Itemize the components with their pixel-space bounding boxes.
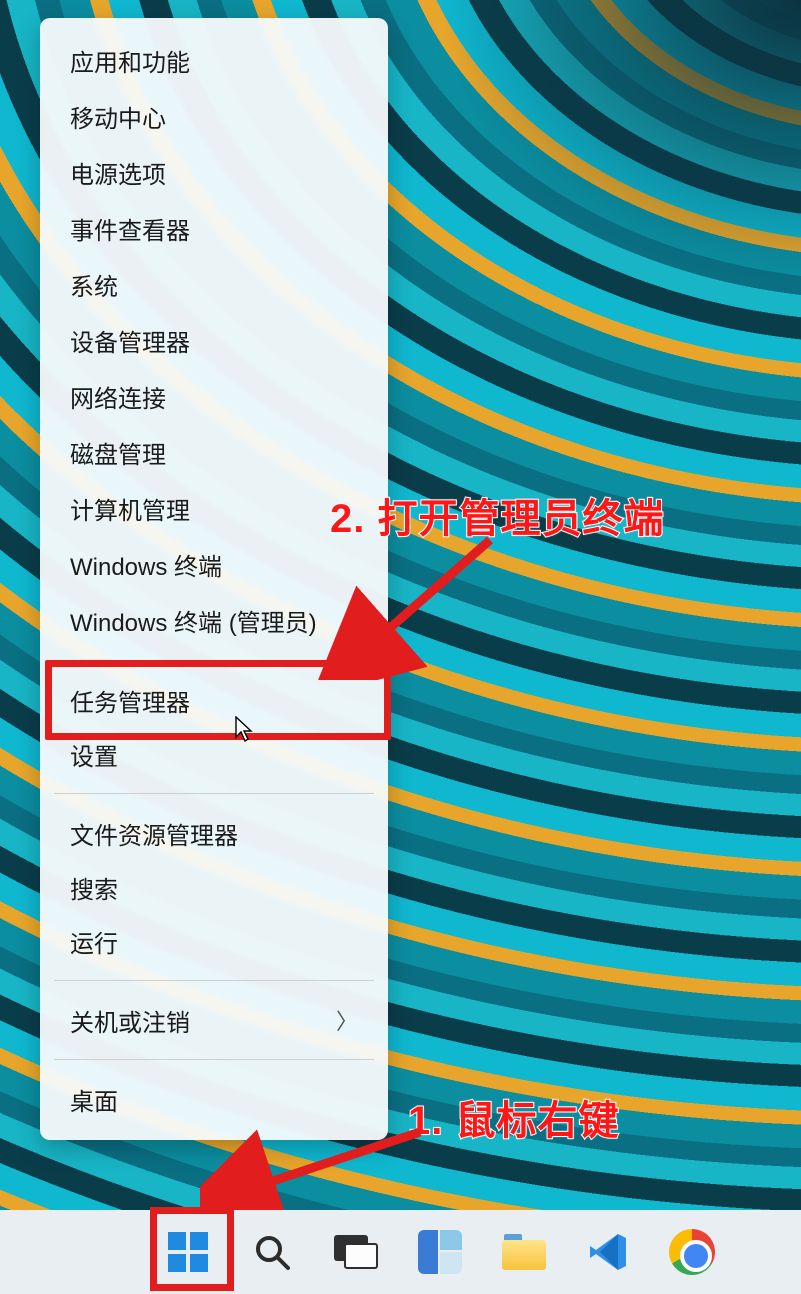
taskbar-file-explorer-button[interactable]: [496, 1224, 552, 1280]
menu-item-apps-features[interactable]: 应用和功能: [44, 32, 384, 88]
menu-item-label: 运行: [70, 924, 118, 959]
menu-item-device-manager[interactable]: 设备管理器: [44, 312, 384, 368]
menu-separator: [54, 660, 374, 661]
chrome-icon: [669, 1229, 715, 1275]
menu-item-label: 系统: [70, 267, 118, 302]
widgets-icon: [418, 1230, 462, 1274]
taskbar-widgets-button[interactable]: [412, 1224, 468, 1280]
menu-item-shutdown-signout[interactable]: 关机或注销 〉: [44, 993, 384, 1047]
menu-item-label: 任务管理器: [70, 683, 190, 718]
taskbar-chrome-button[interactable]: [664, 1224, 720, 1280]
menu-item-file-explorer[interactable]: 文件资源管理器: [44, 806, 384, 860]
taskbar-search-button[interactable]: [244, 1224, 300, 1280]
menu-item-label: 搜索: [70, 870, 118, 905]
menu-item-mobility-center[interactable]: 移动中心: [44, 88, 384, 144]
menu-item-label: 移动中心: [70, 99, 166, 134]
menu-item-label: 文件资源管理器: [70, 816, 238, 851]
taskbar-vscode-button[interactable]: [580, 1224, 636, 1280]
menu-item-desktop[interactable]: 桌面: [44, 1072, 384, 1126]
menu-separator: [54, 793, 374, 794]
annotation-step1-text: 1. 鼠标右键: [408, 1088, 619, 1146]
vscode-icon: [586, 1230, 630, 1274]
menu-item-run[interactable]: 运行: [44, 914, 384, 968]
menu-item-label: 关机或注销: [70, 1003, 190, 1038]
winx-context-menu: 应用和功能 移动中心 电源选项 事件查看器 系统 设备管理器 网络连接 磁盘管理…: [40, 18, 388, 1140]
menu-item-label: 桌面: [70, 1082, 118, 1117]
menu-item-label: 电源选项: [70, 155, 166, 190]
taskbar-task-view-button[interactable]: [328, 1224, 384, 1280]
menu-item-network-connections[interactable]: 网络连接: [44, 368, 384, 424]
menu-item-label: Windows 终端 (管理员): [70, 603, 317, 638]
menu-item-label: 磁盘管理: [70, 435, 166, 470]
menu-separator: [54, 980, 374, 981]
menu-item-label: 应用和功能: [70, 43, 190, 78]
taskbar: [0, 1210, 801, 1294]
menu-item-label: 网络连接: [70, 379, 166, 414]
menu-item-settings[interactable]: 设置: [44, 727, 384, 781]
menu-item-event-viewer[interactable]: 事件查看器: [44, 200, 384, 256]
menu-item-label: 设置: [70, 737, 118, 772]
file-explorer-icon: [502, 1234, 546, 1270]
menu-item-system[interactable]: 系统: [44, 256, 384, 312]
menu-separator: [54, 1059, 374, 1060]
menu-item-label: 设备管理器: [70, 323, 190, 358]
menu-item-label: 事件查看器: [70, 211, 190, 246]
menu-item-task-manager[interactable]: 任务管理器: [44, 673, 384, 727]
annotation-step2-text: 2. 打开管理员终端: [330, 486, 664, 544]
task-view-icon: [334, 1235, 378, 1269]
menu-item-power-options[interactable]: 电源选项: [44, 144, 384, 200]
menu-item-label: 计算机管理: [70, 491, 190, 526]
menu-item-windows-terminal[interactable]: Windows 终端: [44, 536, 384, 592]
menu-item-search[interactable]: 搜索: [44, 860, 384, 914]
windows-logo-icon: [166, 1230, 210, 1274]
search-icon: [252, 1232, 292, 1272]
menu-item-label: Windows 终端: [70, 547, 222, 582]
chevron-right-icon: 〉: [336, 1004, 358, 1036]
start-button[interactable]: [160, 1224, 216, 1280]
menu-item-disk-management[interactable]: 磁盘管理: [44, 424, 384, 480]
menu-item-windows-terminal-admin[interactable]: Windows 终端 (管理员): [44, 592, 384, 648]
